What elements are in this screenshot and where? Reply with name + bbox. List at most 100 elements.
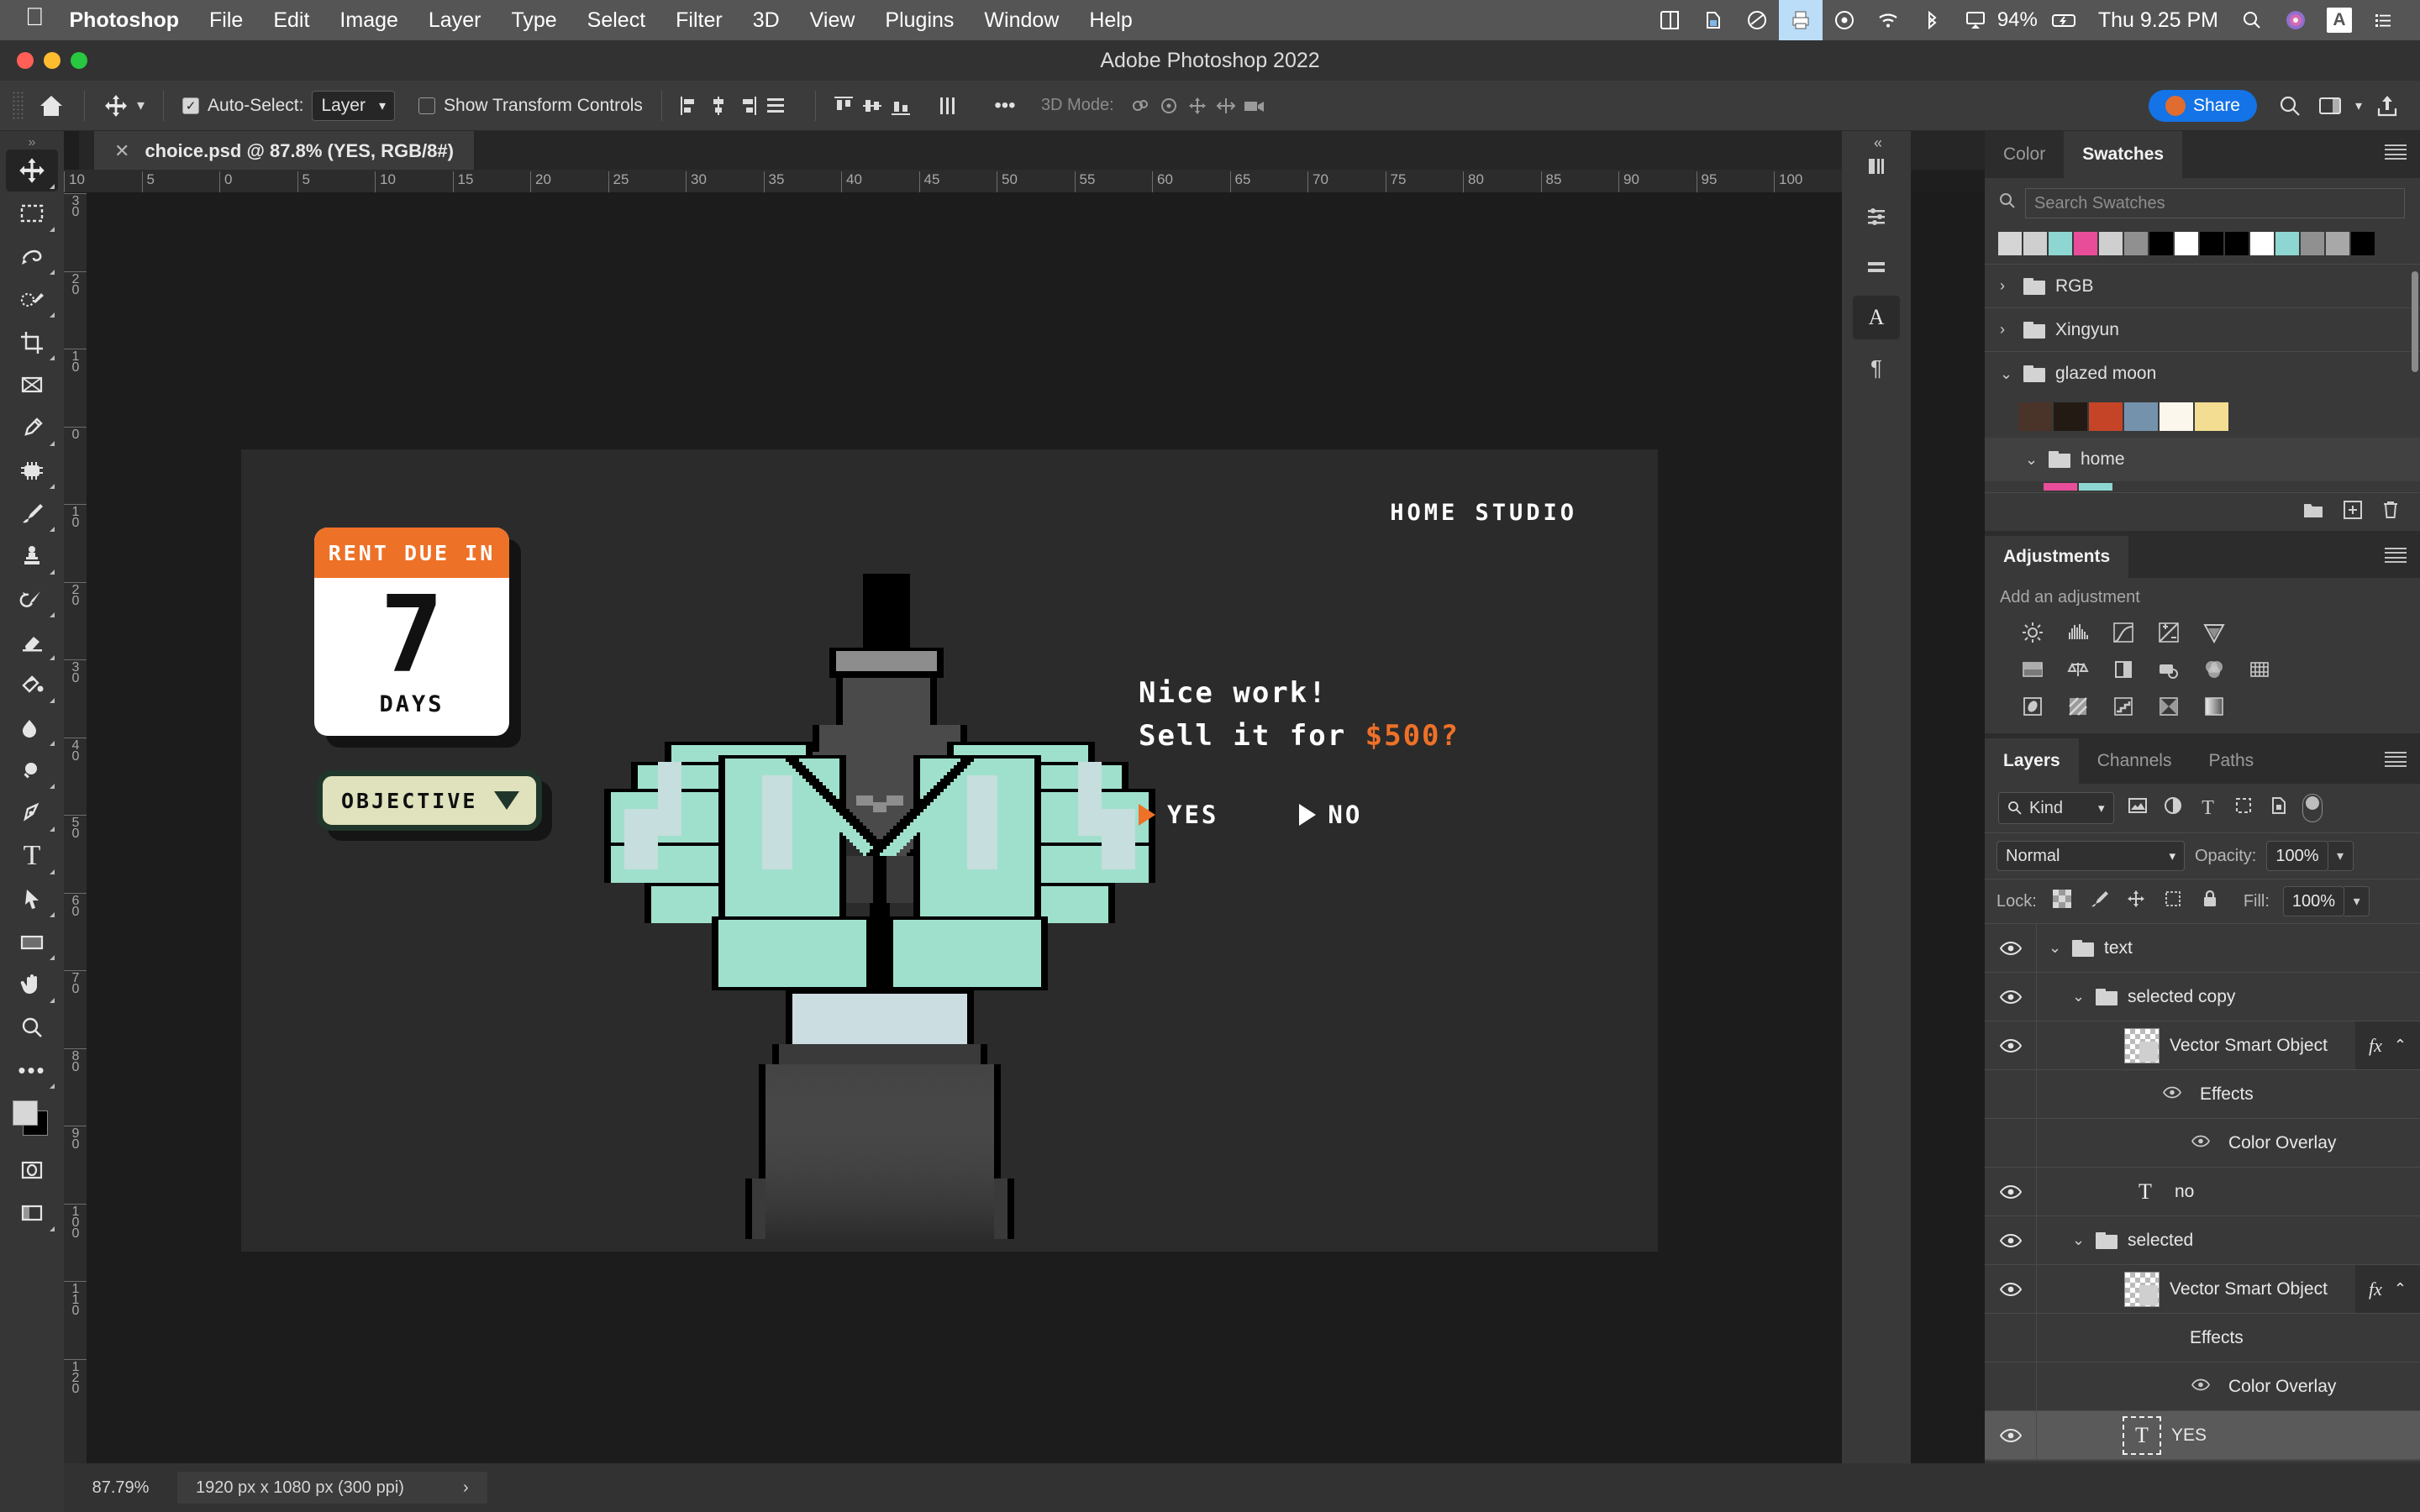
screen-mode-icon[interactable] [6, 1192, 58, 1234]
align-right-icon[interactable] [733, 92, 761, 120]
menu-edit[interactable]: Edit [273, 8, 309, 33]
color-swatch[interactable] [2200, 232, 2223, 255]
layer-row[interactable]: T YES [1985, 1411, 2420, 1460]
apple-logo-icon[interactable]:  [25, 5, 45, 30]
tool-rectangle[interactable] [6, 921, 58, 963]
color-swatch[interactable] [2124, 232, 2148, 255]
layer-row[interactable]: Vector Smart Object fx ⌃ [1985, 1021, 2420, 1070]
layer-visibility-toggle[interactable] [1985, 1411, 2037, 1459]
vibrance-icon[interactable] [2200, 618, 2228, 647]
gradient-map-icon[interactable] [2154, 692, 2183, 721]
zoom-level[interactable]: 87.79% [64, 1478, 177, 1498]
input-source-icon[interactable]: A [2317, 0, 2361, 40]
tab-paths[interactable]: Paths [2190, 751, 2272, 771]
chevron-down-icon[interactable]: ⌄ [2072, 1231, 2086, 1249]
brightness-contrast-icon[interactable] [2018, 618, 2047, 647]
layer-row[interactable]: Color Overlay [1985, 1119, 2420, 1168]
adjustments-rail-icon[interactable] [1853, 245, 1900, 289]
layer-thumbnail[interactable] [2124, 1027, 2160, 1063]
canvas-area[interactable]: RENT DUE IN 7 DAYS OBJECTIVE HOME STUDIO… [87, 193, 1985, 1463]
wifi-icon[interactable] [1866, 0, 1910, 40]
bluetooth-icon[interactable] [1910, 0, 1954, 40]
shape-layer-filter-icon[interactable] [2232, 795, 2255, 821]
tab-layers[interactable]: Layers [1985, 738, 2079, 784]
panel-menu-icon[interactable] [2385, 144, 2407, 160]
color-swatch[interactable] [2018, 402, 2052, 431]
color-swatch[interactable] [2275, 232, 2299, 255]
color-swatch[interactable] [2124, 402, 2158, 431]
home-button[interactable] [32, 92, 71, 120]
color-swatch[interactable] [2044, 483, 2077, 491]
layer-visibility-toggle[interactable] [1985, 1021, 2037, 1069]
menu-file[interactable]: File [209, 8, 243, 33]
tool-spot-healing-brush[interactable] [6, 449, 58, 491]
workspace-icon[interactable] [2316, 92, 2344, 120]
layer-row[interactable]: Effects [1985, 1070, 2420, 1119]
tool-history-brush[interactable] [6, 578, 58, 620]
spotlight-search-icon[interactable] [2230, 0, 2274, 40]
chevron-up-icon[interactable]: ⌃ [2394, 1037, 2407, 1054]
chevron-down-icon[interactable]: ▾ [137, 97, 145, 114]
align-top-icon[interactable] [829, 92, 858, 120]
levels-icon[interactable] [2064, 618, 2092, 647]
menu-3d[interactable]: 3D [753, 8, 780, 33]
align-bottom-icon[interactable] [886, 92, 915, 120]
pixel-layer-filter-icon[interactable] [2126, 796, 2149, 820]
search-icon[interactable] [2275, 92, 2304, 120]
menu-view[interactable]: View [810, 8, 855, 33]
tab-adjustments[interactable]: Adjustments [1985, 536, 2129, 578]
show-transform-controls-option[interactable]: ✓ Show Transform Controls [413, 96, 648, 116]
options-bar-grip[interactable] [12, 90, 24, 121]
new-group-icon[interactable] [2302, 501, 2324, 524]
photo-filter-icon[interactable] [2154, 655, 2183, 684]
layer-fx-indicator[interactable]: fx ⌃ [2355, 1265, 2420, 1313]
threshold-icon[interactable] [2109, 692, 2138, 721]
toolbar-grip[interactable]: » [17, 136, 47, 150]
align-center-horizontal-icon[interactable] [704, 92, 733, 120]
distribute-vertical-icon[interactable] [934, 92, 962, 120]
tool-pen[interactable] [6, 792, 58, 834]
3d-camera-icon[interactable] [1240, 92, 1269, 120]
effect-visibility-toggle[interactable] [2191, 1378, 2210, 1395]
effect-visibility-toggle[interactable] [2163, 1086, 2181, 1103]
search-swatches-input[interactable]: Search Swatches [2025, 188, 2405, 218]
horizontal-ruler[interactable]: 10 5 0 5 10 15 20 25 30 35 40 45 50 55 60 65 70 75 80 85 90 9… [64, 170, 1911, 193]
layer-fx-indicator[interactable]: fx ⌃ [2355, 1021, 2420, 1069]
distribute-horizontal-icon[interactable] [761, 92, 790, 120]
chevron-right-icon[interactable]: › [463, 1478, 469, 1498]
vertical-ruler[interactable]: 3020100102030405060708090100110120 [64, 193, 87, 1463]
chevron-down-icon[interactable]: ⌄ [2025, 451, 2039, 469]
invert-icon[interactable] [2018, 692, 2047, 721]
menu-image[interactable]: Image [339, 8, 397, 33]
tool-blur[interactable] [6, 706, 58, 748]
swatch-group-home[interactable]: ⌄ home [1985, 438, 2420, 481]
type-layer-filter-icon[interactable]: T [2196, 797, 2220, 820]
close-window-button[interactable] [17, 52, 34, 69]
properties-icon[interactable] [1853, 195, 1900, 239]
layer-visibility-toggle[interactable] [1985, 1314, 2037, 1362]
color-swatch[interactable] [2160, 402, 2193, 431]
layer-row[interactable]: Tno [1985, 1168, 2420, 1216]
color-swatch[interactable] [2089, 402, 2123, 431]
screen-mirroring-icon[interactable] [1648, 0, 1691, 40]
foreground-color-swatch[interactable] [13, 1100, 38, 1126]
adjustment-layer-filter-icon[interactable] [2161, 795, 2185, 821]
tool-frame[interactable] [6, 364, 58, 406]
menu-clock[interactable]: Thu 9.25 PM [2086, 8, 2230, 33]
maximize-window-button[interactable] [71, 52, 87, 69]
menu-help[interactable]: Help [1089, 8, 1132, 33]
exposure-icon[interactable] [2154, 618, 2183, 647]
color-swatch[interactable] [2250, 232, 2274, 255]
battery-icon[interactable] [2043, 0, 2086, 40]
tab-channels[interactable]: Channels [2079, 751, 2191, 771]
collapse-panels-icon[interactable]: « [1874, 134, 1882, 152]
tool-type[interactable]: T [6, 835, 58, 877]
swatch-group-rgb[interactable]: › RGB [1985, 265, 2420, 308]
auto-select-option[interactable]: ✓ Auto-Select: Layer ▾ [177, 90, 400, 121]
show-transform-checkbox[interactable]: ✓ [418, 97, 436, 114]
creative-cloud-icon[interactable] [1735, 0, 1779, 40]
menu-window[interactable]: Window [984, 8, 1059, 33]
chevron-down-icon[interactable]: ⌄ [2072, 988, 2086, 1005]
color-balance-icon[interactable] [2064, 655, 2092, 684]
color-swatch[interactable] [2175, 232, 2198, 255]
